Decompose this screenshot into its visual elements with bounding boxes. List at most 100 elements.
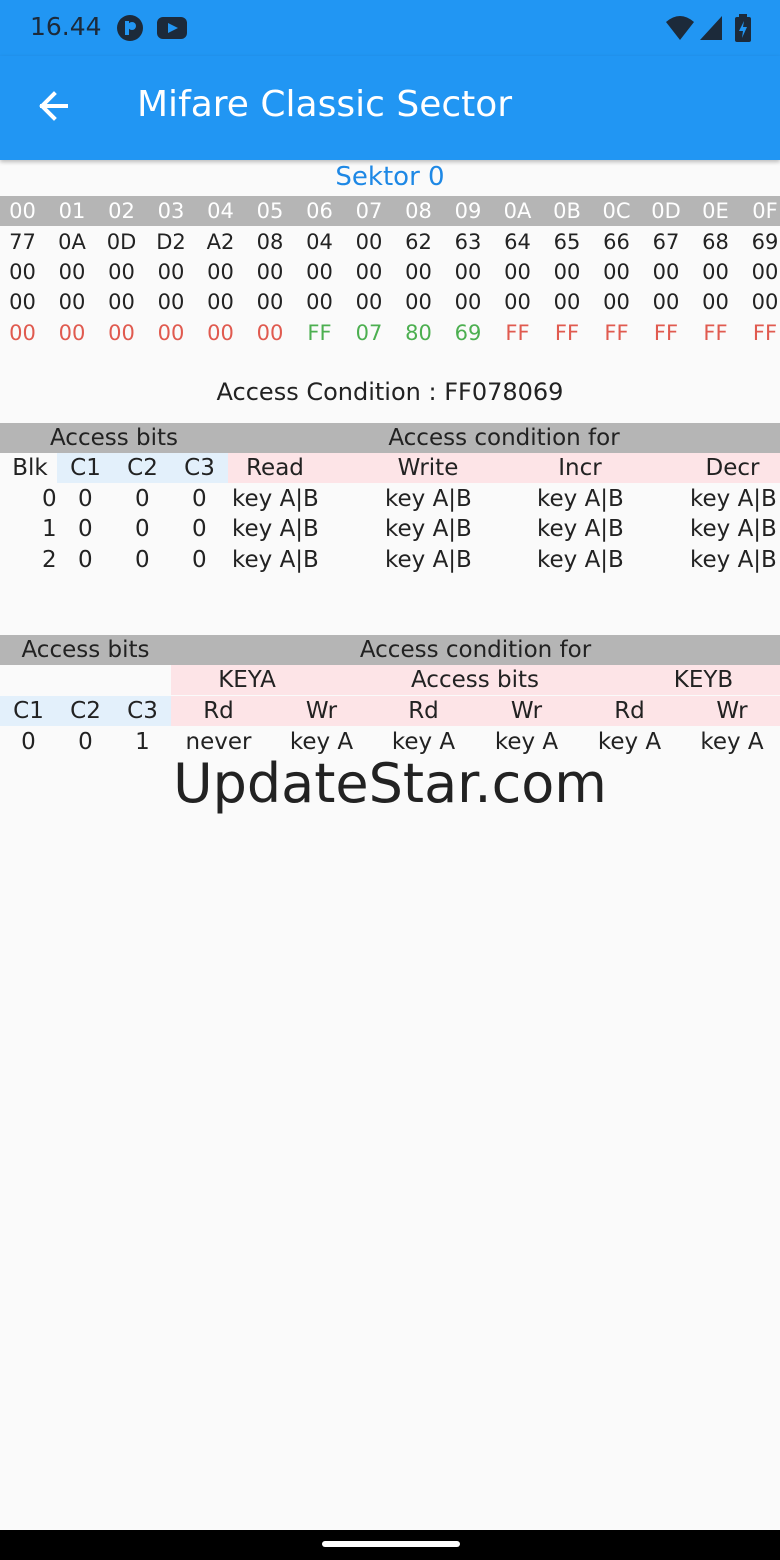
hex-byte: 00 [306, 290, 333, 314]
navigation-bar [0, 1530, 780, 1560]
page-title: Mifare Classic Sector [137, 84, 513, 125]
wifi-icon [666, 16, 694, 40]
hex-column-header: 06 [306, 199, 333, 223]
column-header: Blk [12, 455, 48, 481]
table-cell: key A|B [232, 547, 319, 573]
table-cell: key A|B [537, 547, 624, 573]
hex-byte: 00 [355, 260, 383, 284]
hex-byte: FF [703, 321, 728, 345]
back-arrow-icon[interactable] [34, 86, 74, 126]
table-cell: key A|B [385, 486, 472, 512]
hex-byte: 00 [108, 321, 135, 345]
column-header: Write [397, 455, 459, 481]
hex-byte: 66 [603, 230, 630, 254]
table-cell: 0 [192, 486, 207, 512]
hex-byte: 00 [751, 260, 779, 284]
hex-byte: 00 [58, 290, 86, 314]
hex-byte: 00 [405, 260, 432, 284]
column-header: Rd [408, 698, 439, 724]
hex-byte: 00 [306, 260, 333, 284]
table-cell: 0 [135, 547, 150, 573]
hex-column-header: 07 [355, 199, 383, 223]
hex-byte: 00 [702, 260, 729, 284]
table-cell: 0 [135, 516, 150, 542]
hex-byte: 00 [504, 260, 531, 284]
hex-row: 00 00 00 00 00 00 00 00 00 00 00 00 00 00 00 00 [0, 257, 780, 287]
hex-byte: 69 [751, 230, 779, 254]
table-cell: 0 [78, 486, 93, 512]
hex-byte: 00 [207, 290, 234, 314]
column-header: Rd [614, 698, 645, 724]
hex-byte: 00 [9, 290, 36, 314]
hex-column-header: 08 [405, 199, 432, 223]
home-gesture-handle[interactable] [322, 1541, 460, 1547]
table-cell: 0 [78, 547, 93, 573]
app-bar: Mifare Classic Sector [0, 56, 780, 160]
group-header-access-bits: Access bits [21, 637, 150, 663]
access-condition-label: Access Condition : FF078069 [216, 378, 564, 406]
hex-byte: FF [505, 321, 530, 345]
hex-byte: 00 [751, 290, 779, 314]
table-cell: key A|B [232, 486, 319, 512]
hex-byte: 00 [157, 290, 185, 314]
table-cell: 0 [192, 516, 207, 542]
hex-column-header: 0C [602, 199, 631, 223]
hex-byte: 0D [106, 230, 137, 254]
signal-icon [700, 16, 722, 40]
hex-byte: 00 [108, 260, 135, 284]
hex-byte: 00 [702, 290, 729, 314]
hex-byte: FF [752, 321, 778, 345]
hex-byte: 00 [9, 260, 36, 284]
hex-byte: FF [604, 321, 629, 345]
hex-byte: 65 [553, 230, 581, 254]
column-header: C1 [70, 455, 101, 481]
hex-row: 00 00 00 00 00 00 00 00 00 00 00 00 00 00 00 00 [0, 287, 780, 317]
hex-column-header: 01 [58, 199, 86, 223]
hex-byte: 77 [9, 230, 36, 254]
hex-byte: 00 [553, 260, 581, 284]
hex-byte: 00 [207, 321, 234, 345]
hex-byte: 00 [652, 260, 680, 284]
hex-byte: 00 [454, 260, 482, 284]
table-cell: key A|B [385, 547, 472, 573]
hex-byte: 00 [256, 290, 284, 314]
column-header: C1 [13, 698, 44, 724]
hex-byte: 00 [405, 290, 432, 314]
column-header: Wr [510, 698, 543, 724]
hex-byte: 00 [157, 321, 185, 345]
hex-byte: 00 [108, 290, 135, 314]
hex-column-header: 0B [553, 199, 581, 223]
status-bar: 16.44 [0, 0, 780, 56]
column-header: Decr [705, 455, 760, 481]
youtube-notification-icon [157, 17, 187, 39]
status-time: 16.44 [30, 12, 102, 41]
group-header-access-bits: Access bits [49, 425, 179, 451]
hex-byte: 69 [454, 321, 482, 345]
table-cell: 0 [192, 547, 207, 573]
hex-column-header: 03 [157, 199, 185, 223]
hex-column-header: 09 [454, 199, 482, 223]
column-header: Incr [558, 455, 602, 481]
hex-byte: 00 [256, 321, 284, 345]
hex-column-header: 00 [9, 199, 36, 223]
table-cell: key A|B [232, 516, 319, 542]
table-cell: key A|B [385, 516, 472, 542]
hex-byte: 67 [652, 230, 680, 254]
table-cell: 1 [42, 516, 57, 542]
hex-byte: 68 [702, 230, 729, 254]
hex-column-header: 0D [651, 199, 681, 223]
hex-byte: 00 [157, 260, 185, 284]
hex-byte: 64 [504, 230, 531, 254]
hex-row: 77 0A 0D D2 A2 08 04 00 62 63 64 65 66 67 68 69 [0, 227, 780, 257]
hex-column-header: 0F [752, 199, 778, 223]
hex-byte: 00 [652, 290, 680, 314]
hex-header-row: 00 01 02 03 04 05 06 07 08 09 0A 0B 0C 0D 0E 0F [0, 196, 780, 226]
table-cell: key A|B [690, 547, 777, 573]
hex-byte: 00 [207, 260, 234, 284]
table-cell: key A|B [690, 486, 777, 512]
column-header: Wr [716, 698, 748, 724]
table-cell: 0 [42, 486, 57, 512]
hex-byte: FF [307, 321, 332, 345]
hex-byte: 00 [58, 321, 86, 345]
table-cell: key A|B [537, 486, 624, 512]
